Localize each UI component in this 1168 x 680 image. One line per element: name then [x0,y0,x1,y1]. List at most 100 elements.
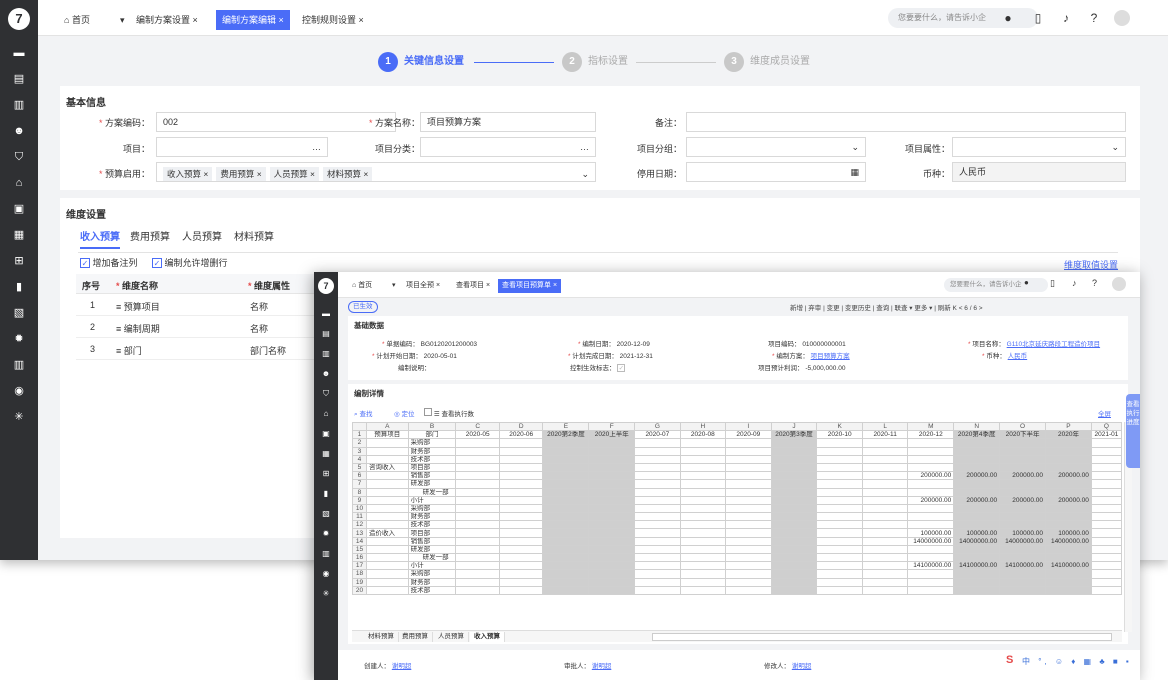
dept-cell[interactable]: 技术部 [407,520,457,530]
value-cell[interactable] [588,471,636,481]
value-cell[interactable] [679,536,727,546]
value-cell[interactable] [498,438,544,448]
value-cell[interactable] [770,438,818,448]
dept-cell[interactable]: 销售部 [407,471,457,481]
value-cell[interactable] [999,438,1047,448]
value-cell[interactable] [907,512,955,522]
tab-plan-settings[interactable]: 编制方案设置 × [130,10,204,30]
value-cell[interactable] [1045,569,1092,579]
header-cell[interactable]: 2020-08 [679,430,727,440]
table-row[interactable]: 12 技术部 [352,520,1122,530]
name-input[interactable]: 项目预算方案 [420,112,596,132]
value-cell[interactable] [816,561,863,571]
value-cell[interactable] [816,536,863,546]
view-progress-tab[interactable]: 查看执行进度 [1126,394,1140,468]
tab-project-all[interactable]: 项目全预 × [402,279,444,293]
value-cell[interactable] [999,503,1047,514]
attr-select[interactable]: ⌄ [952,137,1126,157]
value-cell[interactable] [725,585,772,595]
table-row[interactable]: 20 技术部 [352,585,1122,595]
value-cell[interactable] [498,462,544,473]
value-cell[interactable] [1090,462,1122,473]
value-cell[interactable] [588,479,636,489]
value-cell[interactable] [861,495,909,505]
value-cell[interactable] [542,552,590,563]
value-cell[interactable] [542,536,590,546]
column-letter[interactable]: B [407,422,457,432]
value-cell[interactable] [816,495,863,505]
value-cell[interactable] [770,462,818,473]
shield-icon[interactable]: ⛉ [320,388,332,400]
help-icon[interactable]: ? [1086,10,1102,26]
sheet-tab-expense[interactable]: 费用预算 [398,632,433,642]
avatar[interactable] [1114,10,1130,26]
value-cell[interactable] [542,479,590,489]
value-cell[interactable] [455,462,500,473]
dept-cell[interactable]: 销售部 [407,536,457,546]
value-cell[interactable]: 200000.00 [1045,495,1092,505]
header-cell[interactable]: 2020-11 [861,430,909,440]
value-cell[interactable] [725,552,772,563]
value-cell[interactable] [1090,577,1122,587]
currency-link[interactable]: 人民币 [1008,353,1028,360]
column-letter[interactable]: J [770,422,818,432]
value-cell[interactable] [953,552,1001,563]
header-cell[interactable]: 2020年 [1045,430,1092,440]
value-cell[interactable] [1090,520,1122,530]
value-cell[interactable]: 200000.00 [953,471,1001,481]
header-cell[interactable]: 2020第3季度 [770,430,818,440]
value-cell[interactable] [953,569,1001,579]
table-row[interactable]: 10 采购部 [352,503,1122,514]
table-row[interactable]: 3 财务部 [352,446,1122,456]
sheet-tab-material[interactable]: 材料预算 [364,632,399,642]
value-cell[interactable] [725,462,772,473]
value-cell[interactable] [907,520,955,530]
value-cell[interactable] [588,536,636,546]
value-cell[interactable] [861,487,909,497]
value-cell[interactable] [455,528,500,538]
value-cell[interactable]: 100000.00 [999,528,1047,538]
value-cell[interactable] [770,520,818,530]
value-cell[interactable] [725,503,772,514]
value-cell[interactable] [588,569,636,579]
value-cell[interactable] [725,471,772,481]
dept-cell[interactable]: 研发一部 [407,487,457,497]
group-cell[interactable]: 咨询收入 [365,462,409,473]
grid-icon[interactable]: ⊞ [320,468,332,480]
group-cell[interactable] [365,512,409,522]
value-cell[interactable] [861,503,909,514]
table-row[interactable]: 16 研发一部 [352,552,1122,563]
column-letter[interactable]: F [588,422,636,432]
value-cell[interactable] [953,585,1001,595]
dept-cell[interactable]: 小计 [407,495,457,505]
column-letter[interactable]: P [1045,422,1092,432]
check-remark[interactable]: ✓ 增加备注列 [80,256,138,269]
document-icon[interactable]: ▮ [12,280,26,294]
value-cell[interactable] [861,479,909,489]
value-cell[interactable] [634,479,681,489]
value-cell[interactable] [770,479,818,489]
value-cell[interactable] [816,512,863,522]
group-cell[interactable] [365,495,409,505]
dept-cell[interactable]: 研发一部 [407,552,457,563]
value-cell[interactable] [1045,454,1092,464]
value-cell[interactable] [816,454,863,464]
value-cell[interactable] [1090,536,1122,546]
column-letter[interactable]: I [725,422,772,432]
value-cell[interactable] [634,520,681,530]
value-cell[interactable]: 14100000.00 [1045,561,1092,571]
dept-cell[interactable]: 项目部 [407,528,457,538]
value-cell[interactable] [770,471,818,481]
value-cell[interactable] [1045,544,1092,555]
value-cell[interactable] [725,487,772,497]
power-icon[interactable]: ◉ [320,568,332,580]
column-letter[interactable]: H [679,422,727,432]
value-cell[interactable] [861,528,909,538]
sheet-tab-income[interactable]: 收入预算 [470,632,505,642]
value-cell[interactable] [1045,577,1092,587]
value-cell[interactable] [542,520,590,530]
value-cell[interactable] [498,536,544,546]
header-cell[interactable]: 2020下半年 [999,430,1047,440]
column-letter[interactable]: L [861,422,909,432]
project-input[interactable]: … [156,137,328,157]
